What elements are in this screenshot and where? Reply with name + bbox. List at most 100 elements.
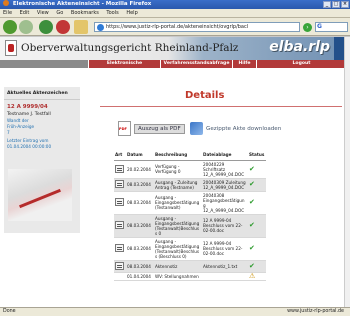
document-icon (115, 164, 124, 173)
top-navigation-spacer (0, 60, 88, 68)
top-navigation: Elektronische Akteneinsicht Verfahrensst… (0, 60, 350, 74)
back-button[interactable] (3, 20, 17, 34)
status-ok-icon: ✔ (249, 198, 255, 206)
row-file-link[interactable]: 20040309 Zuleitung 12_A_9999_04.DOC (202, 178, 248, 192)
row-description: Ausgang - Eingangsbestätigung (Testanwal… (154, 191, 202, 215)
row-date: 08.03.2004 (126, 260, 154, 273)
zip-icon (190, 122, 203, 135)
table-row[interactable]: 08.03.2004 Ausgang - Eingangsbestätigung… (114, 214, 266, 238)
menu-bar: Eile Edit View Go Bookmarks Tools Help (0, 9, 350, 18)
row-description: WV: Stellungnahmen (154, 272, 202, 281)
pdf-export-button[interactable]: Auszug als PDF (118, 121, 185, 136)
google-icon: G (317, 23, 322, 30)
minimize-icon[interactable]: _ (323, 1, 331, 8)
row-description: Verfügung - Verfügung 0 (154, 160, 202, 179)
status-text: Done (3, 309, 16, 314)
status-ok-icon: ✔ (249, 164, 255, 173)
row-file-link[interactable]: 20040308 Eingangsbestätigung 12_A_9999_0… (202, 191, 248, 215)
case-number: 12 A 9999/04 (7, 104, 48, 110)
menu-go[interactable]: Go (56, 10, 63, 16)
case-party: Testname J. Testfall (7, 112, 51, 117)
document-icon (115, 221, 124, 229)
stop-button[interactable] (56, 20, 70, 34)
firefox-icon (3, 0, 9, 6)
document-icon (115, 180, 124, 188)
forward-button[interactable] (19, 20, 33, 34)
maximize-icon[interactable]: □ (332, 1, 340, 8)
status-ok-icon: ✔ (249, 244, 255, 252)
col-status: Status (248, 150, 266, 161)
navigation-toolbar: https://www.justiz-rlp-portal.de/aktenei… (0, 18, 350, 36)
page-title: Details (185, 90, 225, 101)
row-file-link[interactable]: Aktennotiz_1.txt (202, 260, 248, 273)
table-row[interactable]: 08.03.2004 Ausgang - Zuleitung Antrag (T… (114, 178, 266, 192)
menu-tools[interactable]: Tools (106, 10, 118, 16)
table-row[interactable]: 20.02.2004 Verfügung - Verfügung 0 20040… (114, 160, 266, 179)
tab-hilfe[interactable]: Hilfe (232, 60, 256, 68)
go-button[interactable]: › (303, 23, 312, 32)
menu-help[interactable]: Help (126, 10, 137, 16)
url-text: https://www.justiz-rlp-portal.de/aktenei… (106, 24, 249, 30)
status-domain: www.justiz-rlp-portal.de (287, 309, 344, 314)
pdf-icon (118, 121, 131, 136)
zip-download-label: Gezippte Akte downloaden (206, 125, 282, 132)
search-input[interactable]: G (315, 22, 348, 32)
menu-file[interactable]: Eile (3, 10, 12, 16)
coat-of-arms-icon (5, 40, 17, 56)
title-divider (100, 106, 342, 107)
row-date: 08.03.2004 (126, 191, 154, 215)
table-row[interactable]: 01.04.2004 WV: Stellungnahmen ⚠ (114, 272, 266, 281)
status-ok-icon: ✔ (249, 180, 255, 188)
col-dateiablage: Dateiablage (202, 150, 248, 161)
col-datum: Datum (126, 150, 154, 161)
window-titlebar: Elektronische Akteneinsicht - Mozilla Fi… (0, 0, 350, 9)
site-icon (97, 24, 104, 31)
url-input[interactable]: https://www.justiz-rlp-portal.de/aktenei… (94, 22, 300, 32)
status-warning-icon: ⚠ (249, 272, 256, 280)
table-row[interactable]: 08.03.2004 Aktennotiz Aktennotiz_1.txt ✔ (114, 260, 266, 273)
menu-bookmarks[interactable]: Bookmarks (71, 10, 99, 16)
row-description: Ausgang - Eingangsbestätigung (Testanwal… (154, 214, 202, 238)
decorative-image (8, 169, 72, 221)
vertical-scrollbar[interactable] (344, 37, 350, 307)
row-date: 08.03.2004 (126, 237, 154, 261)
row-file-link[interactable]: 12 A 9999-04 Beschluss vom 22-02-00.doc (202, 237, 248, 261)
tab-logout[interactable]: Logout (256, 60, 346, 68)
document-icon (115, 244, 124, 252)
table-row[interactable]: 08.03.2004 Ausgang - Eingangsbestätigung… (114, 237, 266, 261)
home-button[interactable] (74, 20, 88, 34)
menu-edit[interactable]: Edit (20, 10, 30, 16)
status-ok-icon: ✔ (249, 221, 255, 229)
document-table: Art Datum Beschreibung Dateiablage Statu… (114, 150, 266, 281)
row-date: 08.03.2004 (126, 214, 154, 238)
sidebar-header: Aktuelles Aktenzeichen (4, 87, 80, 100)
col-beschreibung: Beschreibung (154, 150, 202, 161)
menu-view[interactable]: View (37, 10, 49, 16)
table-header-row: Art Datum Beschreibung Dateiablage Statu… (114, 150, 266, 161)
status-ok-icon: ✔ (249, 261, 255, 270)
row-description: Ausgang - Eingangsbestätigung (Testanwal… (154, 237, 202, 261)
row-description: Aktennotiz (154, 260, 202, 273)
row-date: 01.04.2004 (126, 272, 154, 281)
window-title: Elektronische Akteneinsicht - Mozilla Fi… (12, 1, 152, 7)
row-description: Ausgang - Zuleitung Antrag (Testname) (154, 178, 202, 192)
close-icon[interactable]: × (341, 1, 349, 8)
row-date: 20.02.2004 (126, 160, 154, 179)
reload-button[interactable] (39, 20, 53, 34)
row-file-link[interactable]: 12 A 9999-04 Beschluss vom 22-02-00.doc (202, 214, 248, 238)
table-row[interactable]: 08.03.2004 Ausgang - Eingangsbestätigung… (114, 191, 266, 215)
site-banner: Oberverwaltungsgericht Rheinland-Pfalz e… (0, 37, 350, 60)
status-bar: Done www.justiz-rlp-portal.de (0, 307, 350, 316)
tab-akteneinsicht[interactable]: Elektronische Akteneinsicht (88, 60, 160, 74)
pdf-export-label: Auszug als PDF (134, 123, 185, 134)
zip-download-button[interactable]: Gezippte Akte downloaden (190, 122, 281, 135)
window-controls: _ □ × (323, 1, 349, 8)
elba-logo: elba.rlp (269, 39, 330, 55)
tab-verfahrensstand[interactable]: Verfahrensstandsabfrage (160, 60, 232, 68)
row-file-link[interactable]: 20040229 Schriftsatz 12_A_9999_04.DOC (202, 160, 248, 179)
case-sidebar: Aktuelles Aktenzeichen 12 A 9999/04 Test… (4, 87, 80, 233)
court-title: Oberverwaltungsgericht Rheinland-Pfalz (21, 42, 239, 54)
last-entry-value: 01.04.2004 00:00:00 (7, 144, 52, 149)
note-icon (115, 261, 124, 270)
sidebar-link-count[interactable]: 7 (4, 129, 80, 135)
